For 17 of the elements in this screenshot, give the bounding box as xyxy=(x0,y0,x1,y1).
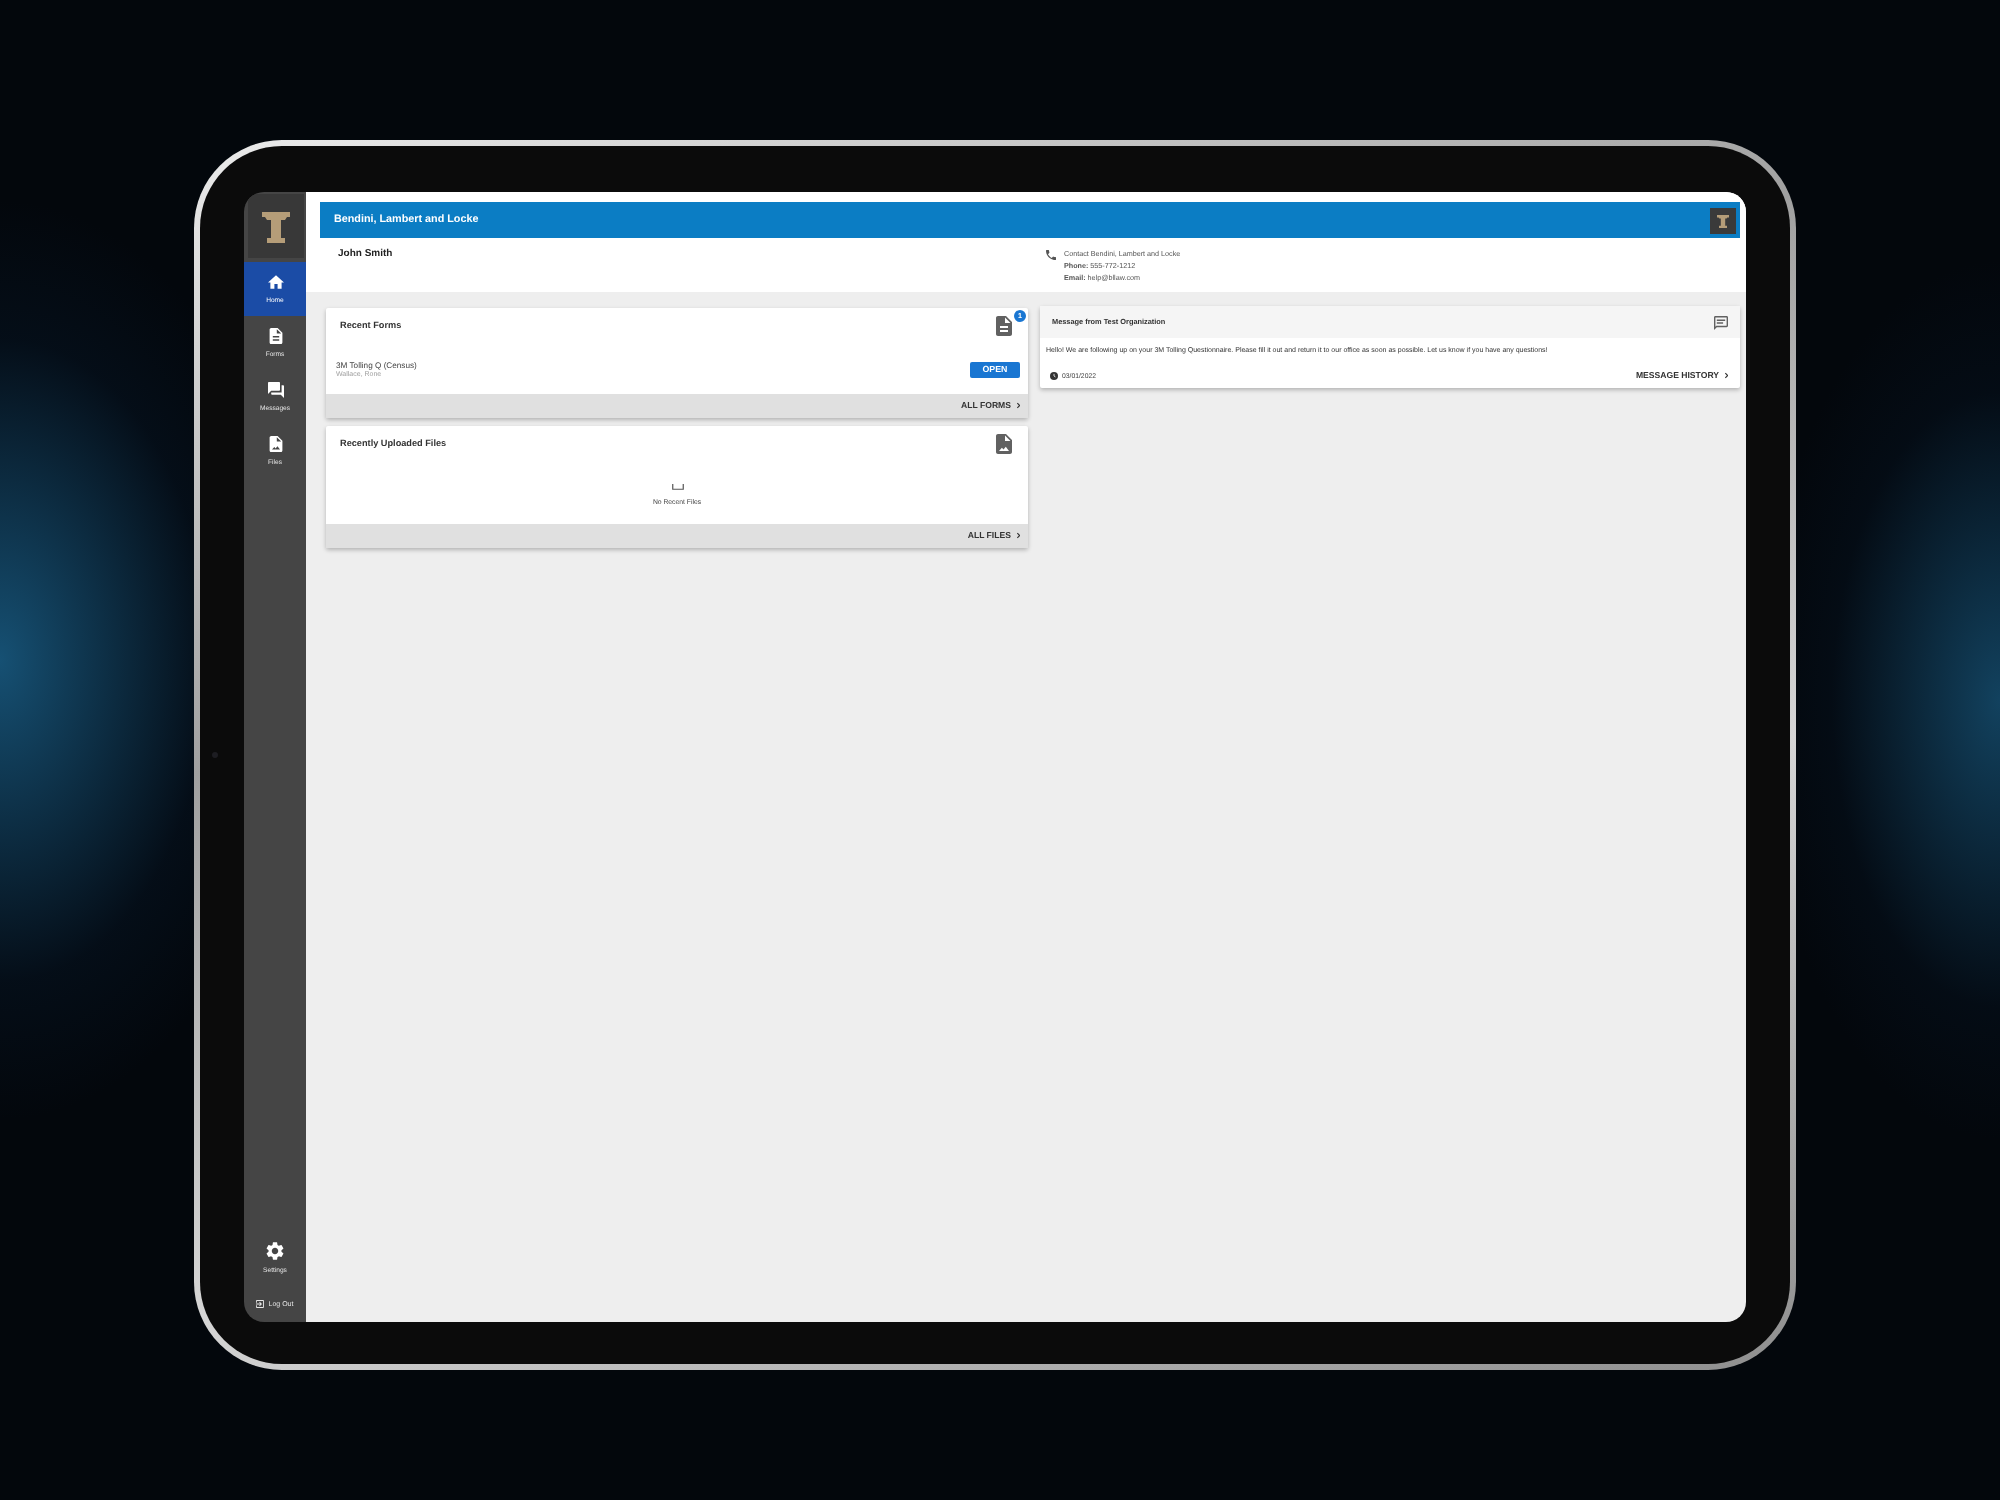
image-file-icon xyxy=(267,436,283,452)
logo-icon xyxy=(247,194,303,258)
chevron-right-icon xyxy=(1015,532,1020,540)
chat-bubble-icon xyxy=(1714,315,1728,329)
document-icon xyxy=(267,328,283,344)
logo-icon xyxy=(1710,207,1736,233)
settings-icon xyxy=(266,1242,284,1260)
clock-icon xyxy=(1050,372,1058,380)
chevron-right-icon xyxy=(1723,372,1728,380)
exit-icon xyxy=(256,1300,265,1308)
empty-tray-icon xyxy=(671,484,683,490)
document-icon xyxy=(996,316,1012,336)
chevron-right-icon xyxy=(1015,402,1020,410)
home-icon xyxy=(267,274,283,290)
phone-icon xyxy=(1046,250,1056,260)
image-file-icon xyxy=(996,434,1012,454)
chat-bubbles-icon xyxy=(267,382,283,398)
